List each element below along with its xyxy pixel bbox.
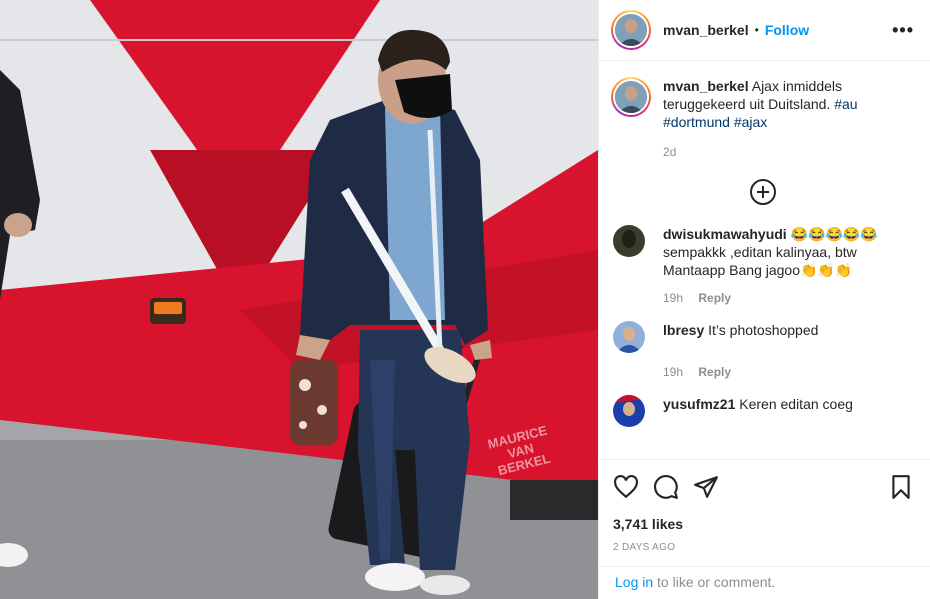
comment-username[interactable]: lbresy (663, 322, 704, 338)
action-icons (613, 472, 914, 502)
instagram-post: MAURICE VAN BERKEL mvan_berkel • Follow … (0, 0, 930, 599)
caption-author-avatar[interactable] (611, 77, 651, 117)
commenter-avatar[interactable] (613, 321, 645, 353)
post-photo[interactable]: MAURICE VAN BERKEL (0, 0, 598, 599)
like-count[interactable]: 3,741 likes (613, 516, 914, 532)
caption-time: 2d (663, 145, 914, 159)
reply-button[interactable]: Reply (698, 365, 731, 379)
comment-time[interactable]: 19h (663, 291, 683, 305)
comment-body: Keren editan coeg (739, 396, 853, 412)
comment-item: lbresy It’s photoshopped (611, 321, 914, 353)
comment-meta: 19h Reply (663, 291, 914, 305)
caption-timestamp[interactable]: 2d (663, 145, 676, 159)
login-prompt: Log in to like or comment. (599, 566, 930, 599)
commenter-avatar[interactable] (613, 225, 645, 257)
comment-text: lbresy It’s photoshopped (663, 321, 818, 339)
photo-illustration (0, 0, 598, 599)
avatar-photo-icon (615, 81, 647, 113)
share-icon[interactable] (693, 474, 719, 500)
comment-text: yusufmz21 Keren editan coeg (663, 395, 853, 413)
comment-item: yusufmz21 Keren editan coeg (611, 395, 914, 427)
hashtag-au[interactable]: #au (834, 96, 857, 112)
post-header: mvan_berkel • Follow ••• (599, 0, 930, 61)
comment-icon[interactable] (653, 474, 679, 500)
post-side-panel: mvan_berkel • Follow ••• mvan_berkel Aja… (598, 0, 930, 599)
post-caption: mvan_berkel Ajax inmiddels teruggekeerd … (611, 77, 914, 131)
reply-button[interactable]: Reply (698, 291, 731, 305)
author-avatar[interactable] (611, 10, 651, 50)
comment-text: dwisukmawahyudi 😂😂😂😂😂sempakkk ,editan ka… (663, 225, 914, 279)
separator-dot: • (754, 23, 759, 37)
avatar-photo-icon (615, 14, 647, 46)
caption-username[interactable]: mvan_berkel (663, 78, 749, 94)
more-options-icon[interactable]: ••• (892, 20, 914, 41)
comment-meta: 19h Reply (663, 365, 914, 379)
comment-item: dwisukmawahyudi 😂😂😂😂😂sempakkk ,editan ka… (611, 225, 914, 279)
login-link[interactable]: Log in (615, 574, 653, 590)
comment-username[interactable]: yusufmz21 (663, 396, 735, 412)
heart-icon[interactable] (613, 474, 639, 500)
load-more-comments-icon[interactable] (749, 179, 776, 205)
bookmark-icon[interactable] (888, 474, 914, 500)
hashtag-dortmund[interactable]: #dortmund (663, 114, 730, 130)
comment-body: It’s photoshopped (708, 322, 819, 338)
comments-list[interactable]: mvan_berkel Ajax inmiddels teruggekeerd … (599, 61, 930, 459)
avatar-photo-icon (613, 321, 645, 353)
caption-text: mvan_berkel Ajax inmiddels teruggekeerd … (663, 77, 914, 131)
avatar-photo-icon (613, 395, 645, 427)
comment-time[interactable]: 19h (663, 365, 683, 379)
follow-button[interactable]: Follow (765, 22, 809, 38)
commenter-avatar[interactable] (613, 395, 645, 427)
login-prompt-text: to like or comment. (653, 574, 776, 590)
avatar-photo-icon (613, 225, 645, 257)
comment-username[interactable]: dwisukmawahyudi (663, 226, 787, 242)
author-username[interactable]: mvan_berkel (663, 22, 749, 38)
hashtag-ajax[interactable]: #ajax (734, 114, 767, 130)
post-date[interactable]: 2 DAYS AGO (613, 542, 914, 553)
load-more-comments (611, 179, 914, 205)
